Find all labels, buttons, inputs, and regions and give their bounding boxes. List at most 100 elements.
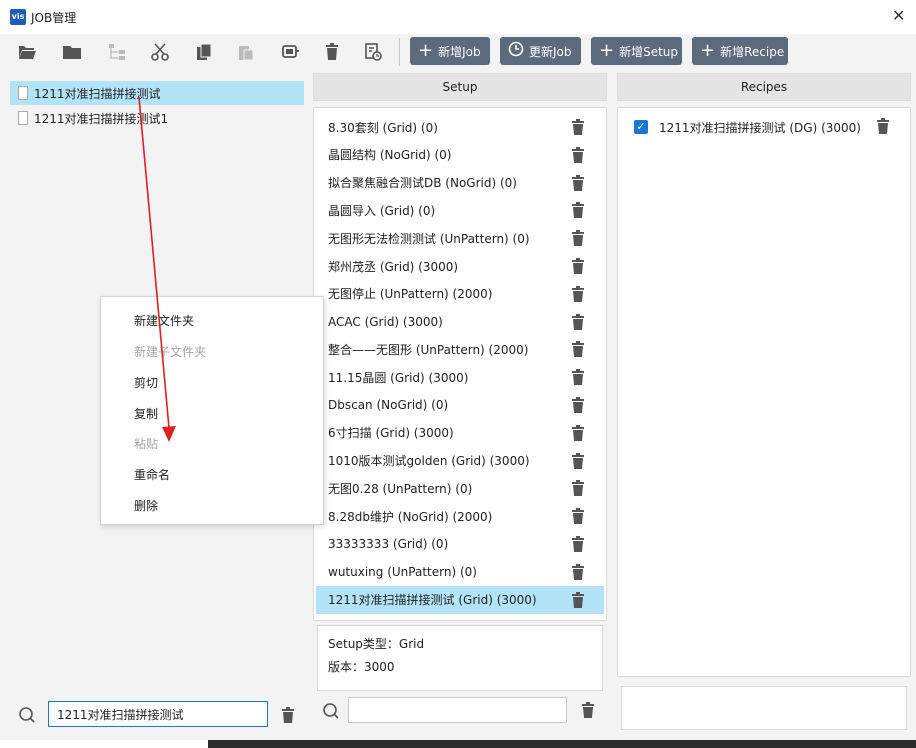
plus-icon: +: [599, 40, 615, 61]
close-icon[interactable]: ✕: [892, 6, 905, 25]
setup-list-item[interactable]: 1211对准扫描拼接测试 (Grid) (3000): [316, 585, 604, 614]
setup-list-item[interactable]: 6寸扫描 (Grid) (3000): [316, 419, 604, 447]
checkbox-checked-icon[interactable]: ✓: [634, 120, 648, 134]
menu-item-new-folder[interactable]: 新建文件夹: [134, 312, 194, 332]
folder-open-icon[interactable]: [16, 41, 38, 63]
add-recipe-button[interactable]: + 新增Recipe: [692, 37, 788, 65]
setup-list[interactable]: 8.30套刻 (Grid) (0) 晶圆结构 (NoGrid) (0) 拟合聚焦融合…: [313, 107, 607, 621]
setup-item-label: 整合——无图形 (UnPattern) (2000): [328, 342, 529, 357]
setup-item-label: 无图0.28 (UnPattern) (0): [328, 481, 473, 496]
recipe-item-label: 1211对准扫描拼接测试 (DG) (3000): [659, 120, 861, 135]
add-recipe-label: 新增Recipe: [720, 44, 785, 59]
delete-icon[interactable]: [571, 563, 585, 580]
setup-item-label: 无图形无法检测测试 (UnPattern) (0): [328, 231, 530, 246]
delete-icon[interactable]: [571, 397, 585, 413]
delete-icon[interactable]: [571, 313, 585, 330]
delete-icon[interactable]: [571, 174, 585, 191]
delete-icon[interactable]: [571, 480, 585, 497]
setup-item-label: 拟合聚焦融合测试DB (NoGrid) (0): [328, 176, 517, 191]
setup-item-label: 11.15晶圆 (Grid) (3000): [328, 370, 469, 385]
delete-icon[interactable]: [571, 508, 585, 525]
menu-item-paste[interactable]: 粘贴: [134, 435, 158, 455]
delete-icon[interactable]: [571, 119, 585, 135]
setup-detail: Setup类型：Grid 版本：3000: [317, 625, 603, 691]
import-icon[interactable]: [279, 41, 301, 63]
delete-icon[interactable]: [281, 707, 295, 723]
plus-icon: +: [418, 40, 434, 61]
setup-list-item[interactable]: 晶圆结构 (NoGrid) (0): [316, 141, 604, 169]
setup-list-item[interactable]: 33333333 (Grid) (0): [316, 530, 604, 558]
setup-list-item[interactable]: 11.15晶圆 (Grid) (3000): [316, 363, 604, 391]
copy-icon[interactable]: [193, 41, 215, 63]
delete-icon[interactable]: [571, 146, 585, 163]
taskbar-strip: [0, 740, 916, 748]
tree-item-label: 1211对准扫描拼接测试1: [34, 111, 169, 126]
window-title: JOB管理: [31, 11, 77, 25]
setup-search-input[interactable]: [348, 697, 567, 723]
setup-list-item[interactable]: 拟合聚焦融合测试DB (NoGrid) (0): [316, 169, 604, 197]
paste-icon[interactable]: [235, 41, 257, 63]
menu-item-new-subfolder[interactable]: 新建子文件夹: [134, 343, 206, 363]
setup-list-item[interactable]: 整合——无图形 (UnPattern) (2000): [316, 335, 604, 363]
update-job-button[interactable]: 更新Job: [500, 37, 581, 65]
delete-icon[interactable]: [571, 452, 585, 469]
setup-list-item[interactable]: 1010版本测试golden (Grid) (3000): [316, 447, 604, 475]
menu-item-delete[interactable]: 删除: [134, 497, 158, 517]
refresh-config-icon[interactable]: [362, 41, 384, 63]
delete-icon[interactable]: [571, 202, 585, 219]
add-setup-button[interactable]: + 新增Setup: [591, 37, 682, 65]
setup-list-item[interactable]: 8.28db维护 (NoGrid) (2000): [316, 502, 604, 530]
delete-icon[interactable]: [571, 591, 585, 608]
menu-item-cut[interactable]: 剪切: [134, 374, 158, 394]
recipes-header: Recipes: [617, 73, 911, 101]
setup-list-item[interactable]: ACAC (Grid) (3000): [316, 308, 604, 336]
setup-list-item[interactable]: 无图停止 (UnPattern) (2000): [316, 280, 604, 308]
setup-item-label: 6寸扫描 (Grid) (3000): [328, 426, 454, 441]
search-icon: [322, 702, 340, 720]
context-menu: 新建文件夹 新建子文件夹 剪切 复制 粘贴 重命名 删除: [100, 296, 324, 525]
delete-icon[interactable]: [571, 424, 585, 441]
setup-list-item[interactable]: 8.30套刻 (Grid) (0): [316, 113, 604, 141]
setup-list-item[interactable]: 无图0.28 (UnPattern) (0): [316, 474, 604, 502]
setup-item-label: 33333333 (Grid) (0): [328, 537, 449, 551]
add-job-button[interactable]: + 新增Job: [410, 37, 490, 65]
search-icon: [18, 706, 36, 724]
tree-item-job[interactable]: 1211对准扫描拼接测试: [10, 81, 304, 105]
setup-item-label: Dbscan (NoGrid) (0): [328, 398, 449, 412]
setup-list-item[interactable]: 晶圆导入 (Grid) (0): [316, 196, 604, 224]
delete-icon[interactable]: [571, 230, 585, 247]
menu-item-rename[interactable]: 重命名: [134, 466, 170, 486]
setup-header: Setup: [313, 73, 607, 101]
recipes-list: [617, 107, 911, 677]
job-search-input[interactable]: 1211对准扫描拼接测试: [48, 701, 268, 727]
setup-list-item[interactable]: 郑州茂丞 (Grid) (3000): [316, 252, 604, 280]
folder-icon[interactable]: [61, 41, 83, 63]
toolbar-separator: [399, 38, 400, 66]
tree-item-job[interactable]: 1211对准扫描拼接测试1: [10, 106, 304, 130]
delete-icon[interactable]: [571, 258, 585, 274]
setup-item-label: 1010版本测试golden (Grid) (3000): [328, 454, 530, 469]
setup-type-text: Setup类型：Grid: [328, 637, 425, 651]
delete-icon[interactable]: [571, 285, 585, 302]
menu-item-copy[interactable]: 复制: [134, 405, 158, 425]
title-bar: vis JOB管理 ✕: [0, 0, 916, 34]
setup-list-item[interactable]: wutuxing (UnPattern) (0): [316, 558, 604, 586]
tree-icon[interactable]: [106, 41, 128, 63]
setup-item-label: 无图停止 (UnPattern) (2000): [328, 287, 493, 302]
delete-icon[interactable]: [571, 369, 585, 386]
cut-icon[interactable]: [149, 41, 171, 63]
setup-list-item[interactable]: Dbscan (NoGrid) (0): [316, 391, 604, 419]
delete-icon[interactable]: [571, 341, 585, 358]
file-icon: [18, 111, 28, 125]
recipe-item[interactable]: ✓ 1211对准扫描拼接测试 (DG) (3000): [634, 117, 861, 137]
delete-icon[interactable]: [571, 536, 585, 552]
delete-icon[interactable]: [321, 41, 343, 63]
delete-icon[interactable]: [581, 702, 595, 718]
setup-item-label: 8.30套刻 (Grid) (0): [328, 120, 438, 135]
setup-item-label: 1211对准扫描拼接测试 (Grid) (3000): [328, 593, 537, 608]
setup-list-item[interactable]: 无图形无法检测测试 (UnPattern) (0): [316, 224, 604, 252]
recipe-detail: [621, 686, 907, 730]
delete-icon[interactable]: [876, 118, 890, 134]
update-job-label: 更新Job: [529, 44, 572, 59]
plus-icon: +: [700, 40, 716, 61]
